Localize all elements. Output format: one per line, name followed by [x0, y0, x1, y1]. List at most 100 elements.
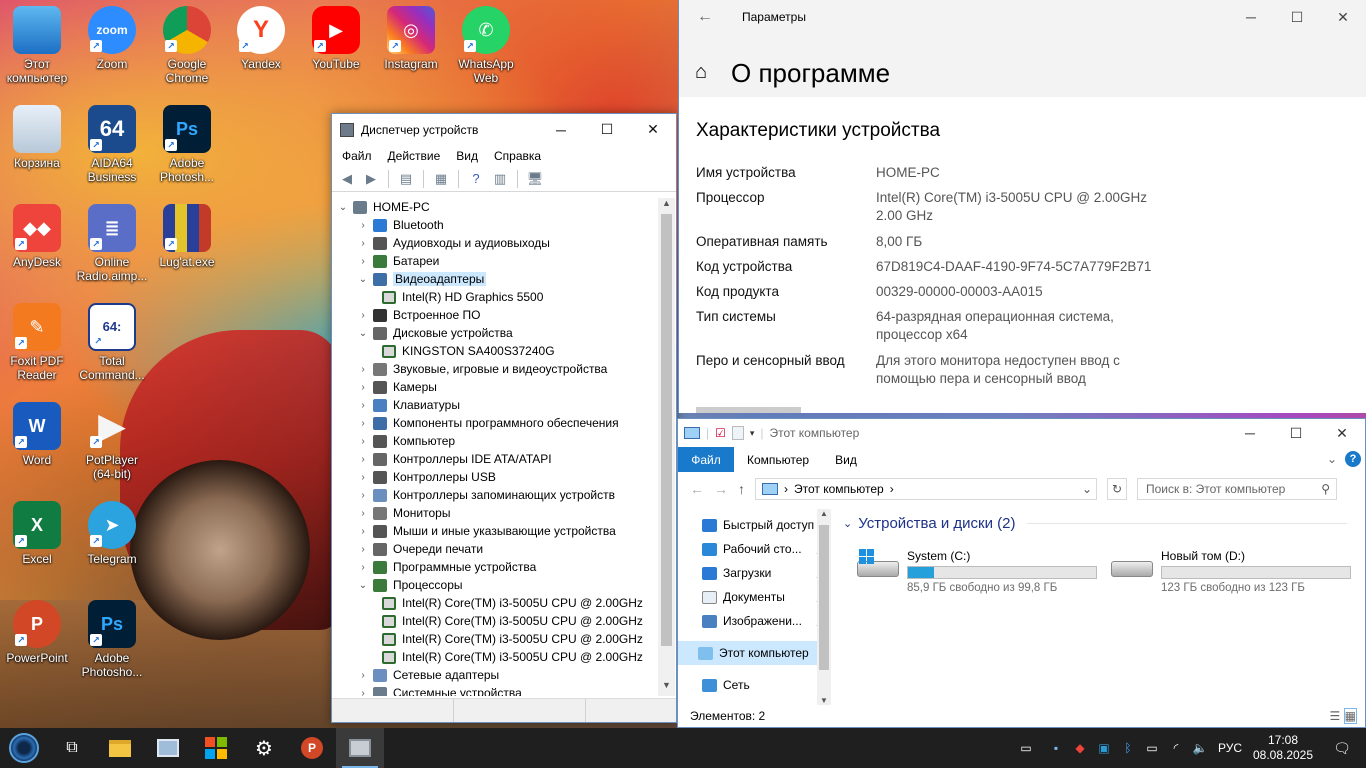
- drive-tile[interactable]: System (C:) 85,9 ГБ свободно из 99,8 ГБ: [857, 549, 1097, 594]
- navigation-pane[interactable]: Быстрый доступРабочий сто...📌Загрузки📌До…: [678, 509, 831, 705]
- back-arrow-icon[interactable]: ←: [697, 8, 713, 26]
- wifi-icon[interactable]: ◜: [1164, 741, 1188, 755]
- menu-view[interactable]: Вид: [448, 149, 486, 163]
- control-panel-button[interactable]: [144, 728, 192, 768]
- desktop-shortcut[interactable]: ↗ Lug'at.exe: [150, 204, 224, 269]
- chevron-right-icon[interactable]: ›: [357, 400, 369, 411]
- spec-value[interactable]: Для этого монитора недоступен ввод с пом…: [876, 352, 1166, 388]
- forward-arrow-icon[interactable]: →: [714, 481, 728, 497]
- menu-file[interactable]: Файл: [334, 149, 380, 163]
- maximize-button[interactable]: ☐: [1273, 419, 1319, 447]
- clock[interactable]: 17:08 08.08.2025: [1248, 733, 1318, 763]
- tree-device[interactable]: Intel(R) Core(TM) i3-5005U CPU @ 2.00GHz: [333, 648, 658, 666]
- up-arrow-icon[interactable]: ↑: [738, 481, 745, 497]
- breadcrumb-separator-icon[interactable]: ›: [890, 482, 894, 496]
- chevron-right-icon[interactable]: ›: [357, 490, 369, 501]
- desktop-shortcut[interactable]: ▶ ↗ PotPlayer (64-bit): [75, 402, 149, 482]
- desktop-shortcut[interactable]: ✆ ↗ WhatsApp Web: [449, 6, 523, 85]
- home-icon[interactable]: ⌂: [695, 61, 707, 84]
- scroll-up-icon[interactable]: ▲: [658, 198, 675, 214]
- tree-category[interactable]: › Аудиовходы и аудиовыходы: [333, 234, 658, 252]
- desktop-shortcut[interactable]: X ↗ Excel: [0, 501, 74, 566]
- nav-item[interactable]: Загрузки📌: [678, 561, 831, 585]
- battery-icon[interactable]: ▭: [1140, 741, 1164, 755]
- chevron-right-icon[interactable]: ›: [357, 382, 369, 393]
- settings-button[interactable]: ⚙: [240, 728, 288, 768]
- tree-device[interactable]: Intel(R) Core(TM) i3-5005U CPU @ 2.00GHz: [333, 612, 658, 630]
- close-button[interactable]: ✕: [1320, 0, 1366, 34]
- tree-category[interactable]: › Контроллеры IDE ATA/ATAPI: [333, 450, 658, 468]
- scroll-thumb[interactable]: [819, 525, 829, 670]
- copy-button[interactable]: [696, 407, 801, 413]
- help-icon[interactable]: ?: [465, 169, 487, 189]
- desktop-shortcut[interactable]: Этот компьютер: [0, 6, 74, 85]
- start-button[interactable]: [0, 728, 48, 768]
- ribbon-tab-computer[interactable]: Компьютер: [734, 453, 822, 467]
- navigation-scrollbar[interactable]: ▲ ▼: [817, 509, 831, 705]
- chevron-right-icon[interactable]: ›: [357, 472, 369, 483]
- chevron-down-icon[interactable]: ⌄: [843, 517, 852, 530]
- chevron-down-icon[interactable]: ⌄: [357, 274, 369, 285]
- help-icon[interactable]: ?: [1345, 451, 1361, 467]
- spec-value[interactable]: 67D819C4-DAAF-4190-9F74-5C7A779F2B71: [876, 258, 1166, 276]
- spec-value[interactable]: Intel(R) Core(TM) i3-5005U CPU @ 2.00GHz…: [876, 189, 1166, 225]
- scroll-thumb[interactable]: [661, 214, 672, 646]
- tree-device[interactable]: Intel(R) Core(TM) i3-5005U CPU @ 2.00GHz: [333, 630, 658, 648]
- properties-icon[interactable]: ▦: [430, 169, 452, 189]
- chevron-right-icon[interactable]: ›: [357, 454, 369, 465]
- tree-root[interactable]: ⌄ HOME-PC: [333, 198, 658, 216]
- task-view-button[interactable]: ⧉: [48, 728, 96, 768]
- tree-category[interactable]: › Очереди печати: [333, 540, 658, 558]
- new-folder-icon[interactable]: [731, 426, 744, 440]
- spec-value[interactable]: HOME-PC: [876, 164, 1166, 182]
- view-toggle[interactable]: ☰ ▦: [1330, 708, 1357, 724]
- properties-check-icon[interactable]: ☑: [715, 426, 726, 440]
- spec-value[interactable]: 00329-00000-00003-AA015: [876, 283, 1166, 301]
- tree-category[interactable]: › Мониторы: [333, 504, 658, 522]
- desktop-shortcut[interactable]: ↗ Google Chrome: [150, 6, 224, 85]
- device-tree[interactable]: ⌄ HOME-PC › Bluetooth › Аудиовходы и аудиовых…: [333, 198, 658, 696]
- tree-category[interactable]: › Мыши и иные указывающие устройства: [333, 522, 658, 540]
- maximize-button[interactable]: ☐: [584, 114, 630, 145]
- device-tree-scrollbar[interactable]: ▲ ▼: [658, 198, 675, 696]
- desktop-shortcut[interactable]: ➤ ↗ Telegram: [75, 501, 149, 566]
- device-manager-window[interactable]: Диспетчер устройств ─ ☐ ✕ Файл Действие …: [331, 113, 677, 723]
- nav-item[interactable]: Документы📌: [678, 585, 831, 609]
- settings-window[interactable]: ← Параметры ─ ☐ ✕ ⌂ О программе Характер…: [678, 0, 1366, 413]
- notifications-icon[interactable]: 🗨: [1318, 740, 1366, 757]
- minimize-button[interactable]: ─: [1227, 419, 1273, 447]
- spec-value[interactable]: 8,00 ГБ: [876, 233, 1166, 251]
- breadcrumb-separator-icon[interactable]: ›: [784, 482, 788, 496]
- chevron-down-icon[interactable]: ⌄: [1082, 482, 1092, 496]
- desktop-shortcut[interactable]: P ↗ PowerPoint: [0, 600, 74, 665]
- anydesk-tray-icon[interactable]: ◆: [1068, 741, 1092, 755]
- tree-category[interactable]: › Системные устройства: [333, 684, 658, 696]
- forward-arrow-icon[interactable]: ▶: [360, 169, 382, 189]
- news-icon[interactable]: ▭: [1008, 741, 1044, 755]
- tree-category[interactable]: ⌄ Видеоадаптеры: [333, 270, 658, 288]
- devices-group-header[interactable]: ⌄ Устройства и диски (2): [843, 515, 1348, 532]
- customize-quick-access-icon[interactable]: ▾: [750, 428, 755, 439]
- desktop-shortcut[interactable]: Корзина: [0, 105, 74, 170]
- bluetooth-icon[interactable]: ᛒ: [1116, 741, 1140, 755]
- desktop-shortcut[interactable]: 64: ↗ Total Command...: [75, 303, 149, 382]
- chevron-down-icon[interactable]: ⌄: [357, 580, 369, 591]
- breadcrumb[interactable]: Этот компьютер: [794, 482, 884, 496]
- tray-app-icon[interactable]: ▪: [1044, 741, 1068, 755]
- nav-item[interactable]: Быстрый доступ: [678, 513, 831, 537]
- nav-item[interactable]: Сеть: [678, 673, 831, 697]
- desktop-shortcut[interactable]: ◆◆ ↗ AnyDesk: [0, 204, 74, 269]
- device-manager-button[interactable]: [336, 728, 384, 768]
- chevron-right-icon[interactable]: ›: [357, 526, 369, 537]
- show-hide-tree-icon[interactable]: ▤: [395, 169, 417, 189]
- tree-category[interactable]: › Встроенное ПО: [333, 306, 658, 324]
- ribbon-file-tab[interactable]: Файл: [678, 447, 734, 472]
- desktop-shortcut[interactable]: W ↗ Word: [0, 402, 74, 467]
- large-icons-view-icon[interactable]: ▦: [1343, 708, 1357, 724]
- desktop-shortcut[interactable]: ≣ ↗ Online Radio.aimp...: [75, 204, 149, 283]
- tree-category[interactable]: › Звуковые, игровые и видеоустройства: [333, 360, 658, 378]
- chevron-right-icon[interactable]: ›: [357, 256, 369, 267]
- device-manager-titlebar[interactable]: Диспетчер устройств ─ ☐ ✕: [332, 114, 676, 145]
- search-input[interactable]: Поиск в: Этот компьютер ⚲: [1137, 478, 1337, 500]
- desktop-shortcut[interactable]: zoom ↗ Zoom: [75, 6, 149, 71]
